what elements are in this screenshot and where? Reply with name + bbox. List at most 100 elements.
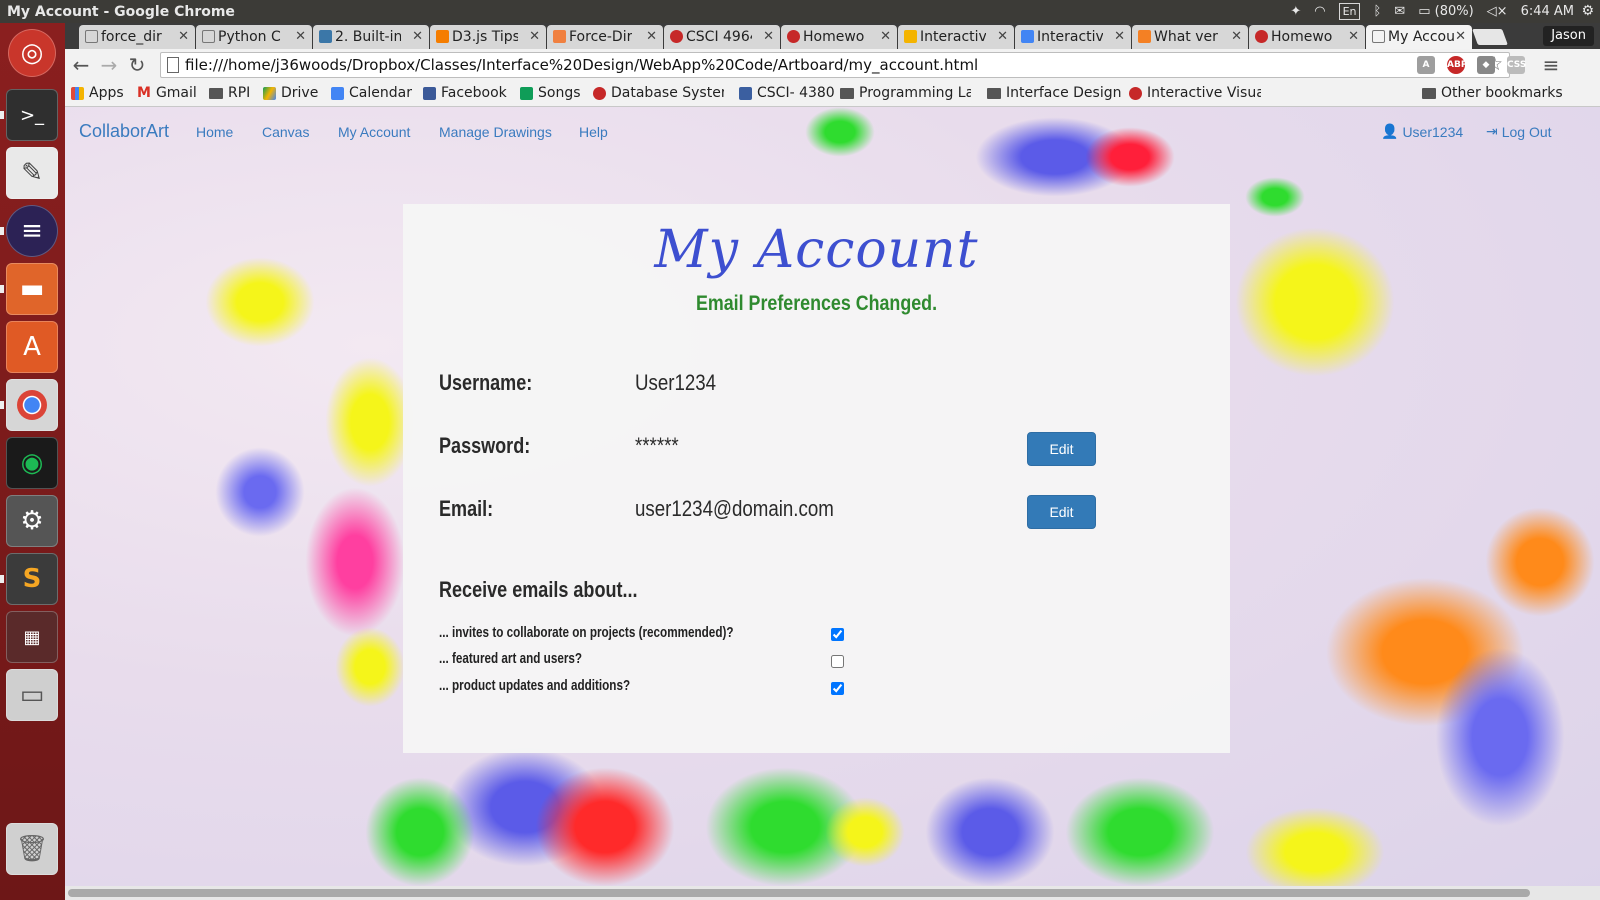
battery-indicator[interactable]: ▭ (80%) — [1418, 4, 1473, 19]
scrollbar-thumb[interactable] — [68, 889, 1530, 897]
workspace-switcher-icon[interactable]: ▦ — [6, 611, 58, 663]
pref-featured-checkbox[interactable] — [831, 655, 844, 668]
ubuntu-dash-icon[interactable]: ◎ — [8, 29, 56, 77]
other-bookmarks[interactable]: Other bookmarks — [1422, 85, 1563, 101]
nav-home[interactable]: Home — [196, 124, 233, 140]
software-center-icon[interactable]: A — [6, 321, 58, 373]
nav-canvas[interactable]: Canvas — [262, 124, 309, 140]
close-tab-icon[interactable]: ✕ — [1348, 25, 1359, 49]
bookmark-database-systems[interactable]: Database System — [593, 85, 724, 101]
bookmark-interactive-visualization[interactable]: Interactive Visua — [1129, 85, 1261, 101]
close-tab-icon[interactable]: ✕ — [412, 25, 423, 49]
edit-password-button[interactable]: Edit — [1027, 432, 1096, 466]
password-value: ****** — [635, 433, 679, 458]
bookmark-apps[interactable]: Apps — [71, 85, 124, 101]
text-editor-icon[interactable]: ✎ — [6, 147, 58, 199]
facebook-icon — [423, 86, 436, 100]
pref-invites-checkbox[interactable] — [831, 628, 844, 641]
tab[interactable]: Python C ✕ — [196, 25, 312, 49]
nav-manage-drawings[interactable]: Manage Drawings — [439, 124, 552, 140]
paint-splat — [205, 257, 315, 347]
tab[interactable]: What ver ✕ — [1132, 25, 1248, 49]
css-extension-icon[interactable]: CSS — [1507, 56, 1526, 74]
eclipse-icon[interactable]: ≡ — [6, 205, 58, 257]
volume-muted-icon[interactable]: ◁× — [1487, 4, 1508, 19]
bookmark-csci-4380[interactable]: CSCI- 4380 — [739, 85, 835, 101]
nav-log-out[interactable]: ⇥ Log Out — [1486, 123, 1552, 140]
page-title: My Account — [654, 220, 979, 280]
cs-icon — [670, 30, 683, 43]
address-bar[interactable]: ☆ — [160, 52, 1510, 78]
close-tab-icon[interactable]: ✕ — [1455, 25, 1466, 49]
keyboard-language-indicator[interactable]: En — [1338, 3, 1361, 20]
files-icon[interactable]: ▬ — [6, 263, 58, 315]
url-input[interactable] — [185, 54, 1475, 76]
sheets-icon — [520, 86, 533, 100]
bookmark-drive[interactable]: Drive — [263, 85, 318, 101]
wifi-icon[interactable]: ◠ — [1314, 4, 1325, 19]
bookmark-rpi[interactable]: RPI — [209, 85, 250, 101]
bookmark-interface-design[interactable]: Interface Design — [987, 85, 1121, 101]
trash-icon[interactable]: 🗑 — [6, 823, 58, 875]
close-tab-icon[interactable]: ✕ — [997, 25, 1008, 49]
tab[interactable]: Interactiv ✕ — [898, 25, 1014, 49]
close-tab-icon[interactable]: ✕ — [1114, 25, 1125, 49]
username-value: User1234 — [635, 370, 717, 395]
adblock-plus-icon[interactable]: ABP — [1447, 56, 1467, 74]
new-tab-button[interactable] — [1472, 29, 1508, 45]
log-out-icon: ⇥ — [1486, 123, 1498, 139]
close-tab-icon[interactable]: ✕ — [529, 25, 540, 49]
terminal-icon[interactable]: >_ — [6, 89, 58, 141]
nav-help[interactable]: Help — [579, 124, 608, 140]
nav-user-profile[interactable]: 👤 User1234 — [1381, 123, 1463, 140]
tab[interactable]: Interactiv ✕ — [1015, 25, 1131, 49]
close-tab-icon[interactable]: ✕ — [763, 25, 774, 49]
tab[interactable]: Homewo ✕ — [781, 25, 897, 49]
clock[interactable]: 6:44 AM — [1521, 4, 1574, 19]
bookmark-songs[interactable]: Songs — [520, 85, 581, 101]
close-tab-icon[interactable]: ✕ — [1231, 25, 1242, 49]
close-tab-icon[interactable]: ✕ — [295, 25, 306, 49]
password-label: Password: — [439, 433, 531, 458]
close-tab-icon[interactable]: ✕ — [178, 25, 189, 49]
tab[interactable]: D3.js Tips ✕ — [430, 25, 546, 49]
unity-launcher: ◎ >_ ✎ ≡ ▬ A ◉ ⚙ S ▦ ▭ 🗑 — [0, 23, 65, 900]
close-tab-icon[interactable]: ✕ — [880, 25, 891, 49]
close-tab-icon[interactable]: ✕ — [646, 25, 657, 49]
edit-email-button[interactable]: Edit — [1027, 495, 1096, 529]
system-indicators: ✦ ◠ En ᛒ ✉ ▭ (80%) ◁× 6:44 AM — [1290, 0, 1574, 23]
bluetooth-icon[interactable]: ᛒ — [1373, 4, 1381, 19]
tab[interactable]: 2. Built-in ✕ — [313, 25, 429, 49]
power-icon[interactable]: ⚙ — [1581, 3, 1594, 19]
tab[interactable]: Homewo ✕ — [1249, 25, 1365, 49]
chrome-icon[interactable] — [6, 379, 58, 431]
disk-drive-icon[interactable]: ▭ — [6, 669, 58, 721]
forward-icon[interactable]: → — [97, 53, 121, 77]
bookmark-gmail[interactable]: M Gmail — [137, 85, 197, 101]
horizontal-scrollbar[interactable] — [65, 886, 1600, 900]
paint-splat — [1435, 647, 1565, 827]
extension-icon[interactable]: A — [1417, 56, 1435, 74]
dropbox-icon[interactable]: ✦ — [1290, 4, 1301, 19]
tab[interactable]: force_dir ✕ — [79, 25, 195, 49]
brand-logo[interactable]: CollaborArt — [79, 121, 169, 142]
sublime-text-icon[interactable]: S — [6, 553, 58, 605]
bookmark-calendar[interactable]: Calendar — [331, 85, 412, 101]
chrome-menu-icon[interactable]: ≡ — [1539, 53, 1563, 77]
shield-extension-icon[interactable]: ◆ — [1477, 56, 1495, 74]
pref-updates-checkbox[interactable] — [831, 682, 844, 695]
mail-icon[interactable]: ✉ — [1394, 4, 1405, 19]
folder-icon — [840, 87, 854, 99]
tab-active[interactable]: My Accou ✕ — [1366, 25, 1472, 49]
spotify-icon[interactable]: ◉ — [6, 437, 58, 489]
system-settings-icon[interactable]: ⚙ — [6, 495, 58, 547]
profile-button[interactable]: Jason — [1543, 26, 1594, 46]
folder-icon — [209, 87, 223, 99]
tab[interactable]: Force-Dir ✕ — [547, 25, 663, 49]
nav-my-account[interactable]: My Account — [338, 124, 410, 140]
back-icon[interactable]: ← — [69, 53, 93, 77]
tab[interactable]: CSCI 4964 ✕ — [664, 25, 780, 49]
reload-icon[interactable]: ↻ — [125, 53, 149, 77]
bookmark-facebook[interactable]: Facebook — [423, 85, 507, 101]
bookmark-programming-languages[interactable]: Programming La — [840, 85, 971, 101]
